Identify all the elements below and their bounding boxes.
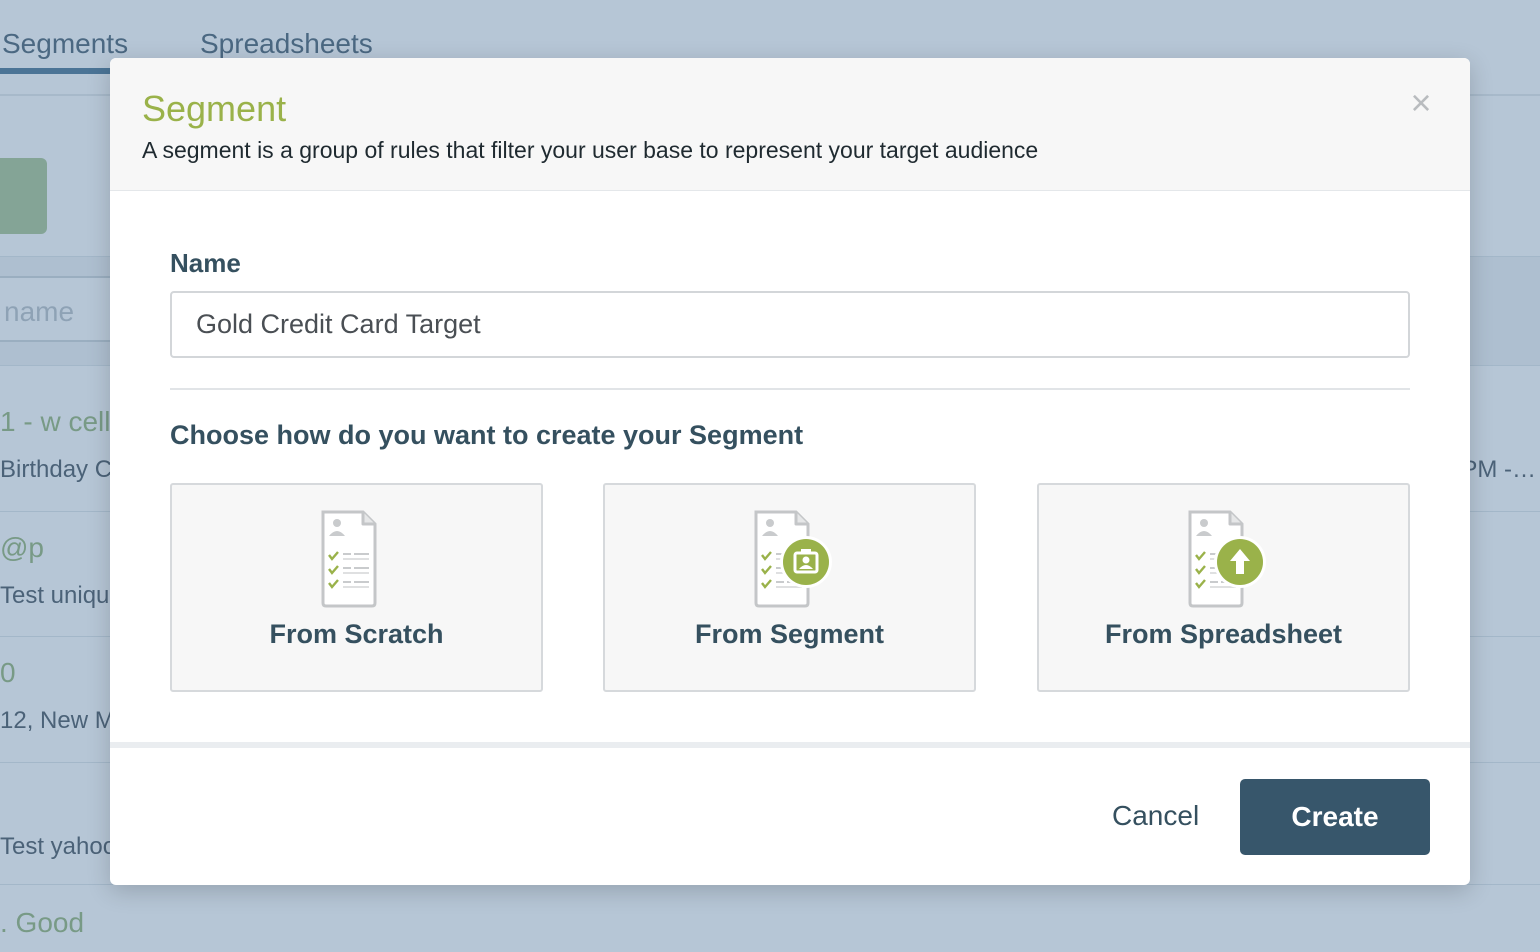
create-button[interactable]: Create <box>1240 779 1430 855</box>
from-spreadsheet-label: From Spreadsheet <box>1104 619 1343 649</box>
segment-name-input[interactable] <box>170 291 1410 358</box>
document-upload-icon <box>1188 510 1266 608</box>
choose-method-heading: Choose how do you want to create your Se… <box>170 420 804 450</box>
from-segment-option[interactable]: From Segment <box>603 483 976 692</box>
from-scratch-option[interactable]: From Scratch <box>170 483 543 692</box>
modal-subtitle: A segment is a group of rules that filte… <box>142 137 1039 163</box>
document-segment-icon <box>754 510 832 608</box>
modal-title: Segment <box>142 88 287 129</box>
segment-modal: Segment A segment is a group of rules th… <box>110 58 1470 885</box>
footer-separator <box>110 742 1470 748</box>
divider <box>170 388 1410 390</box>
close-icon[interactable]: × <box>1406 85 1436 121</box>
from-segment-label: From Segment <box>694 619 885 649</box>
from-spreadsheet-option[interactable]: From Spreadsheet <box>1037 483 1410 692</box>
document-checklist-icon <box>321 510 376 608</box>
modal-header: Segment A segment is a group of rules th… <box>110 58 1470 191</box>
from-scratch-label: From Scratch <box>269 619 444 649</box>
cancel-button[interactable]: Cancel <box>1112 800 1199 832</box>
name-label: Name <box>170 248 241 278</box>
